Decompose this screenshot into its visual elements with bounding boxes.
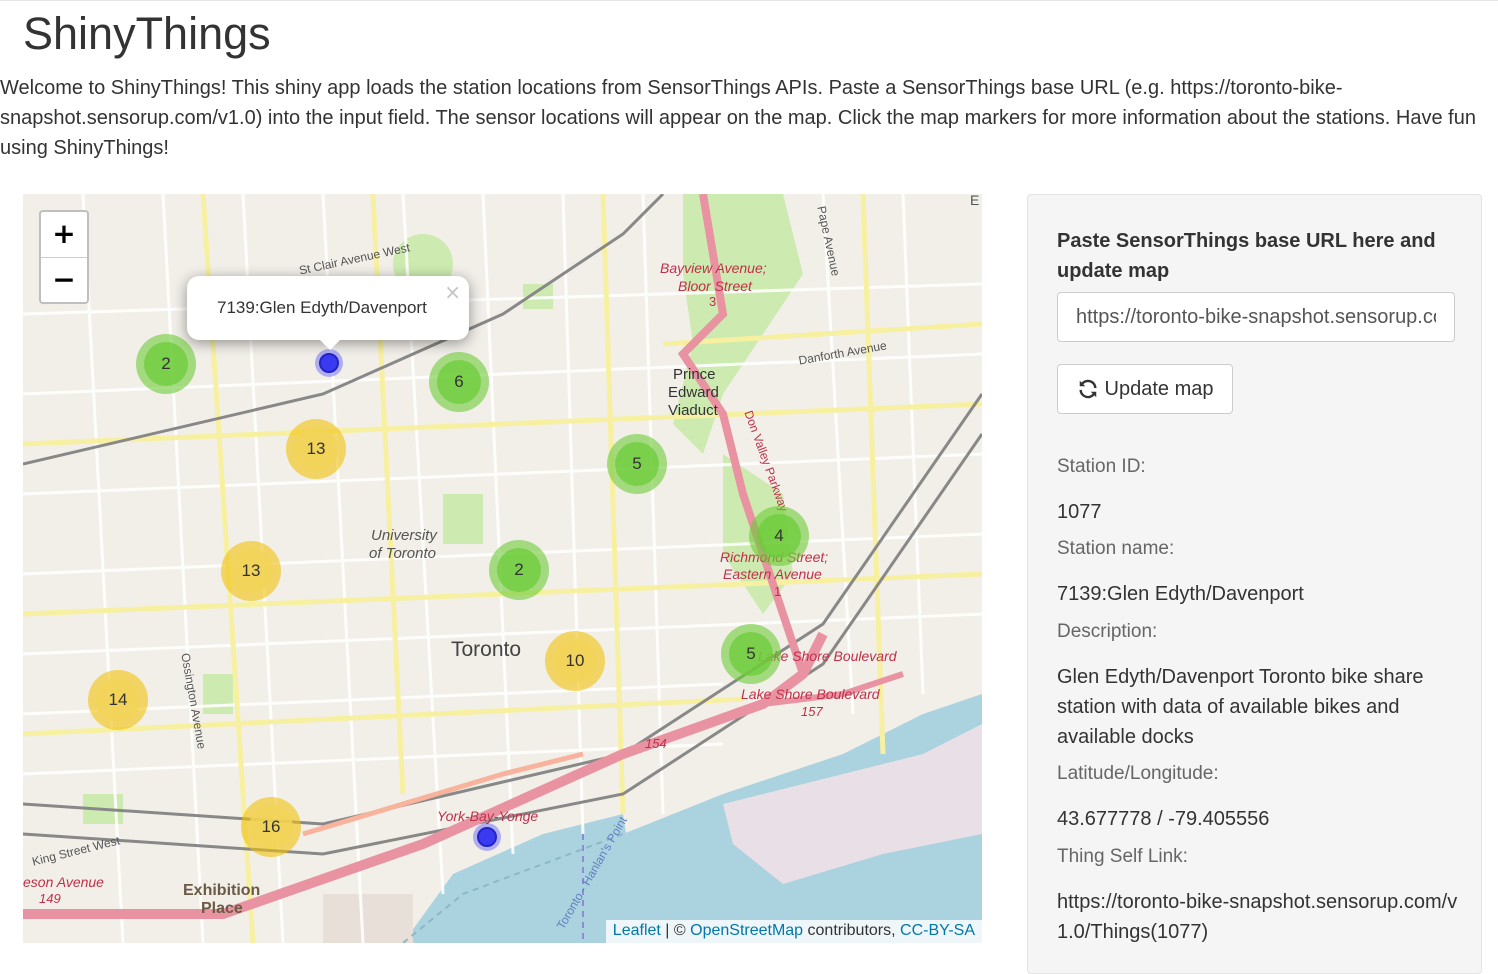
- map-label-place: Place: [201, 900, 243, 917]
- cluster-count: 16: [249, 805, 293, 849]
- cluster-count: 2: [497, 548, 541, 592]
- popup-tip: [318, 338, 342, 350]
- station-marker[interactable]: [315, 349, 343, 377]
- update-map-button[interactable]: Update map: [1057, 364, 1233, 414]
- cluster-marker[interactable]: 2: [136, 334, 196, 394]
- map-label-bloor: Bloor Street: [678, 278, 752, 294]
- map-label-university: University: [371, 527, 437, 544]
- license-link[interactable]: CC-BY-SA: [900, 922, 975, 939]
- description-value: Glen Edyth/Davenport Toronto bike share …: [1057, 666, 1424, 748]
- map-label-3: 3: [709, 294, 717, 309]
- station-name-label: Station name:: [1057, 538, 1175, 559]
- refresh-icon: [1078, 379, 1097, 399]
- page-title: ShinyThings: [23, 8, 271, 59]
- cluster-marker[interactable]: 13: [286, 419, 346, 479]
- station-id-value: 1077: [1057, 501, 1102, 523]
- cluster-count: 10: [553, 639, 597, 683]
- cluster-count: 5: [729, 632, 773, 676]
- cluster-count: 4: [757, 514, 801, 558]
- side-panel: Paste SensorThings base URL here and upd…: [1027, 194, 1482, 974]
- map-label-149: 149: [39, 891, 61, 906]
- map-label-bayview: Bayview Avenue;: [660, 260, 767, 276]
- map-label-e: E: [970, 194, 980, 208]
- station-popup: 7139:Glen Edyth/Davenport ×: [187, 276, 469, 350]
- cluster-count: 13: [229, 549, 273, 593]
- station-marker-dot: [319, 353, 339, 373]
- zoom-control: + −: [39, 210, 89, 304]
- cluster-count: 2: [144, 342, 188, 386]
- map-label-viaduct: Viaduct: [668, 402, 718, 419]
- cluster-marker[interactable]: 2: [489, 540, 549, 600]
- cluster-marker[interactable]: 5: [721, 624, 781, 684]
- cluster-count: 6: [437, 360, 481, 404]
- update-map-label: Update map: [1104, 377, 1214, 400]
- description-label: Description:: [1057, 621, 1158, 642]
- station-marker[interactable]: [473, 823, 501, 851]
- cluster-marker[interactable]: 10: [545, 631, 605, 691]
- leaflet-link[interactable]: Leaflet: [613, 922, 661, 939]
- cluster-marker[interactable]: 6: [429, 352, 489, 412]
- popup-text: 7139:Glen Edyth/Davenport: [217, 298, 427, 317]
- station-marker-dot: [477, 827, 497, 847]
- map-attribution: Leaflet | © OpenStreetMap contributors, …: [605, 920, 982, 943]
- latlon-value: 43.677778 / -79.405556: [1057, 808, 1270, 830]
- map-label-york-bay-yonge: York-Bay-Yonge: [437, 808, 539, 824]
- map-label-1: 1: [774, 584, 782, 599]
- self-link-value: https://toronto-bike-snapshot.sensorup.c…: [1057, 891, 1458, 943]
- station-name-value: 7139:Glen Edyth/Davenport: [1057, 583, 1304, 605]
- map-label-eastern: Eastern Avenue: [723, 566, 822, 582]
- popup-close-icon[interactable]: ×: [444, 280, 461, 304]
- cluster-count: 5: [615, 442, 659, 486]
- map-label-of-toronto: of Toronto: [369, 545, 436, 562]
- attribution-separator: | ©: [660, 922, 691, 939]
- station-id-label: Station ID:: [1057, 456, 1146, 477]
- map-label-154: 154: [645, 736, 667, 751]
- map-label-157: 157: [801, 704, 823, 719]
- cluster-marker[interactable]: 16: [241, 797, 301, 857]
- cluster-count: 14: [96, 678, 140, 722]
- latlon-label: Latitude/Longitude:: [1057, 763, 1219, 784]
- map-label-gleeson: eson Avenue: [23, 874, 104, 890]
- intro-text: Welcome to ShinyThings! This shiny app l…: [0, 77, 1476, 159]
- map-label-exhibition: Exhibition: [183, 882, 261, 899]
- osm-link[interactable]: OpenStreetMap: [690, 922, 803, 939]
- cluster-marker[interactable]: 14: [88, 670, 148, 730]
- map-label-prince: Prince: [673, 366, 716, 383]
- attribution-contributors: contributors,: [803, 922, 901, 939]
- url-input[interactable]: [1057, 292, 1455, 342]
- top-divider: [0, 0, 1498, 1]
- map-label-toronto: Toronto: [451, 638, 522, 661]
- map-label-lakeshore-2: Lake Shore Boulevard: [741, 686, 880, 702]
- zoom-out-button[interactable]: −: [41, 258, 87, 302]
- cluster-marker[interactable]: 5: [607, 434, 667, 494]
- map-label-edward: Edward: [668, 384, 719, 401]
- cluster-count: 13: [294, 427, 338, 471]
- zoom-in-button[interactable]: +: [41, 212, 87, 258]
- url-input-label: Paste SensorThings base URL here and upd…: [1057, 230, 1436, 282]
- self-link-label: Thing Self Link:: [1057, 846, 1188, 867]
- cluster-marker[interactable]: 4: [749, 506, 809, 566]
- cluster-marker[interactable]: 13: [221, 541, 281, 601]
- leaflet-map[interactable]: Toronto University of Toronto Prince Edw…: [23, 194, 982, 943]
